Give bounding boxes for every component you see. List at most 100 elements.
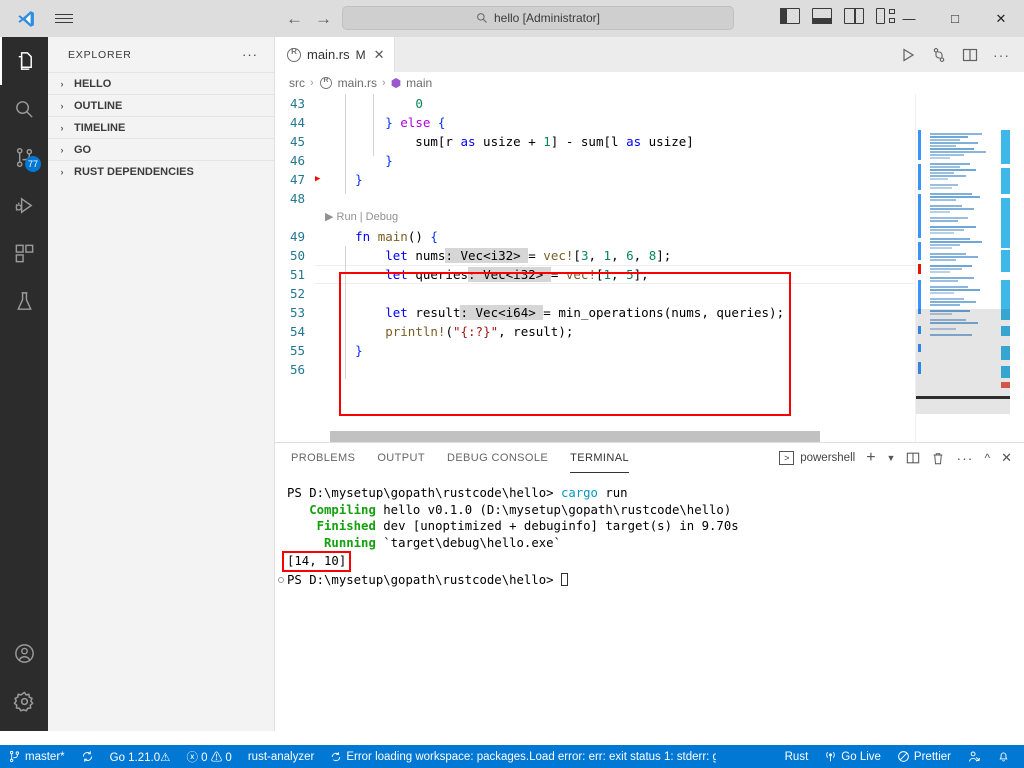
minimap-line	[930, 184, 958, 186]
code-line[interactable]: 46 }	[275, 151, 1024, 170]
rust-file-icon	[319, 76, 332, 89]
terminal-output[interactable]: PS D:\mysetup\gopath\rustcode\hello> car…	[275, 473, 1024, 588]
panel-more-actions-icon[interactable]: ···	[956, 451, 973, 465]
tab-terminal[interactable]: TERMINAL	[570, 443, 629, 473]
line-number: 54	[289, 324, 305, 339]
extensions-icon	[15, 244, 33, 262]
activity-item-accounts[interactable]	[0, 629, 48, 677]
toggle-panel-icon[interactable]	[812, 8, 832, 24]
code-editor-viewport[interactable]: 43 0 44 } else {45 sum[r as usize + 1] - …	[275, 94, 1024, 442]
vertical-scrollbar[interactable]	[1010, 94, 1024, 442]
status-go-workspace-error-label: Error loading workspace: packages.Load e…	[346, 750, 717, 763]
breadcrumb-item-src[interactable]: src	[289, 76, 305, 90]
status-language-mode[interactable]: Rust	[777, 745, 817, 768]
code-line[interactable]: 47 ▶ }	[275, 170, 1024, 189]
window-maximize-button[interactable]: □	[932, 0, 978, 37]
sidebar-more-actions-icon[interactable]: ···	[242, 47, 258, 62]
status-notifications[interactable]	[989, 745, 1024, 768]
maximize-panel-icon[interactable]: ^	[984, 451, 990, 465]
terminal-shell-selector[interactable]: > powershell	[779, 451, 855, 465]
gutter-spacer	[315, 94, 325, 113]
editor-more-actions-icon[interactable]: ···	[993, 48, 1010, 62]
tab-problems[interactable]: PROBLEMS	[291, 443, 355, 473]
terminal-dropdown-icon[interactable]: ▼	[887, 453, 896, 463]
code-line[interactable]: 54 println!("{:?}", result);	[275, 322, 1024, 341]
activity-item-testing[interactable]	[0, 277, 48, 325]
forward-arrow-icon[interactable]: →	[315, 10, 332, 27]
terminal-text: PS D:\mysetup\gopath\rustcode\hello>	[287, 572, 561, 587]
back-arrow-icon[interactable]: ←	[286, 10, 303, 27]
minimap[interactable]	[915, 94, 1010, 442]
activity-item-manage[interactable]	[0, 677, 48, 725]
tab-debug-console[interactable]: DEBUG CONSOLE	[447, 443, 548, 473]
close-icon[interactable]: ✕	[374, 47, 385, 63]
status-go-live[interactable]: Go Live	[816, 745, 889, 768]
close-panel-icon[interactable]: ✕	[1001, 450, 1012, 466]
status-live-share[interactable]	[959, 745, 989, 768]
tab-output[interactable]: OUTPUT	[377, 443, 425, 473]
code-line[interactable]: 50 let nums: Vec<i32> = vec![3, 1, 6, 8]…	[275, 246, 1024, 265]
minimap-line	[930, 205, 962, 207]
window-minimize-button[interactable]: —	[886, 0, 932, 37]
minimap-line	[930, 196, 980, 198]
sidebar-item-go[interactable]: › GO	[48, 138, 274, 160]
sync-spin-icon	[332, 751, 341, 761]
chevron-right-icon: ›	[310, 77, 314, 89]
symbol-function-icon: ⬢	[390, 76, 402, 90]
activity-item-explorer[interactable]	[0, 37, 48, 85]
minimap-slider[interactable]	[916, 309, 1010, 414]
status-go-workspace-error[interactable]: Error loading workspace: packages.Load e…	[322, 745, 724, 768]
status-rust-analyzer[interactable]: rust-analyzer	[240, 745, 322, 768]
activity-item-extensions[interactable]	[0, 229, 48, 277]
minimap-change-marker	[918, 194, 921, 238]
code-line[interactable]: 44 } else {	[275, 113, 1024, 132]
activity-item-run-and-debug[interactable]	[0, 181, 48, 229]
sidebar-item-timeline[interactable]: › TIMELINE	[48, 116, 274, 138]
toggle-primary-sidebar-icon[interactable]	[780, 8, 800, 24]
code-line[interactable]: 56	[275, 360, 1024, 379]
minimap-change-marker	[918, 164, 921, 190]
breadcrumb-item-main[interactable]: main	[406, 76, 432, 90]
codelens-label[interactable]: ▶ Run | Debug	[325, 208, 398, 227]
code-line[interactable]: 53 let result: Vec<i64> = min_operations…	[275, 303, 1024, 322]
tab-main-rs[interactable]: main.rs M ✕	[275, 37, 395, 72]
split-terminal-icon[interactable]	[906, 451, 920, 465]
run-icon[interactable]	[900, 47, 916, 63]
sidebar-item-outline[interactable]: › OUTLINE	[48, 94, 274, 116]
code-line[interactable]: 45 sum[r as usize + 1] - sum[l as usize]	[275, 132, 1024, 151]
status-go-version[interactable]: Go 1.21.0⚠	[102, 745, 179, 768]
activity-item-search[interactable]	[0, 85, 48, 133]
status-branch[interactable]: master*	[0, 745, 73, 768]
codelens-run-debug[interactable]: ▶ Run | Debug	[275, 208, 1024, 227]
code-line[interactable]: 51 let queries: Vec<i32> = vec![1, 5];	[275, 265, 1024, 284]
chevron-right-icon: ›	[60, 100, 64, 111]
horizontal-scrollbar[interactable]	[330, 431, 820, 442]
debug-alt-icon[interactable]	[931, 47, 947, 63]
hamburger-menu-icon[interactable]	[47, 4, 81, 34]
code-line[interactable]: 52	[275, 284, 1024, 303]
status-problems[interactable]: ⓧ 0 ⚠ 0	[178, 745, 239, 768]
title-bar: ← → hello [Administrator] — □ ✕	[0, 0, 1024, 37]
kill-terminal-icon[interactable]	[931, 451, 945, 466]
breadcrumb-item-main-rs[interactable]: main.rs	[338, 76, 377, 90]
split-editor-icon[interactable]	[962, 47, 978, 63]
gutter-spacer	[315, 341, 325, 360]
sidebar-item-hello[interactable]: › HELLO	[48, 72, 274, 94]
status-sync[interactable]	[73, 745, 102, 768]
quick-input-search-bar[interactable]: hello [Administrator]	[342, 6, 734, 30]
code-line[interactable]: 55 }	[275, 341, 1024, 360]
code-line[interactable]: 43 0	[275, 94, 1024, 113]
window-close-button[interactable]: ✕	[978, 0, 1024, 37]
minimap-line	[930, 259, 956, 261]
code-line[interactable]: 48	[275, 189, 1024, 208]
activity-item-source-control[interactable]: 77	[0, 133, 48, 181]
sidebar-item-rust-dependencies[interactable]: › RUST DEPENDENCIES	[48, 160, 274, 182]
code-line[interactable]: 49 fn main() {	[275, 227, 1024, 246]
minimap-line	[930, 133, 982, 135]
rust-file-icon	[287, 47, 301, 62]
minimap-change-marker	[918, 264, 921, 274]
search-icon	[15, 100, 33, 118]
toggle-secondary-sidebar-icon[interactable]	[844, 8, 864, 24]
status-prettier[interactable]: Prettier	[889, 745, 959, 768]
new-terminal-icon[interactable]: +	[866, 449, 875, 467]
